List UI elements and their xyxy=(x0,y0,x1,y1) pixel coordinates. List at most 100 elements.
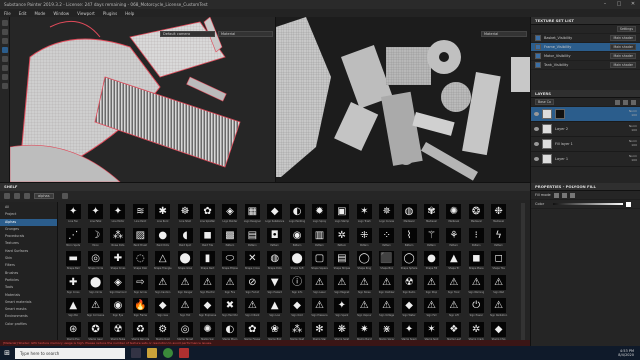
shelf-item[interactable]: ◻ Shape Tile xyxy=(487,251,509,275)
shelf-category-item[interactable]: Smart materials xyxy=(0,299,57,306)
texture-set-item[interactable]: Motor_Visibility Main shader xyxy=(531,52,640,61)
shelf-item[interactable]: ▲ Sign Low xyxy=(264,298,286,322)
shelf-item[interactable]: ◆ Sign Explosive xyxy=(196,298,218,322)
texture-set-item[interactable]: Frame_Visibility Main shader xyxy=(531,43,640,52)
color-slider[interactable] xyxy=(553,203,624,205)
bake-icon[interactable] xyxy=(2,83,8,89)
shelf-item[interactable]: ⚠ Sign Magnet xyxy=(331,274,353,299)
shelf-item[interactable]: ✹ Logo Spray xyxy=(308,204,330,228)
shelf-item[interactable]: ⚠ Sign Irritant xyxy=(241,298,263,322)
clone-icon[interactable] xyxy=(2,65,8,71)
texture-set-item[interactable]: Basket_Visibility Main shader xyxy=(531,34,640,43)
shelf-category-item[interactable]: Color profiles xyxy=(0,321,57,328)
shelf-item[interactable]: ✖ Sign Harmful xyxy=(219,298,241,322)
shelf-category-item[interactable]: Smart masks xyxy=(0,306,57,313)
shelf-item[interactable]: ⚠ Sign Stop xyxy=(420,274,442,299)
shelf-item[interactable]: ☽ Moon xyxy=(84,227,106,252)
color-picker-icon[interactable] xyxy=(2,74,8,80)
material-dropdown-2d[interactable]: Material xyxy=(481,31,527,37)
shelf-item[interactable]: ⚠ Sign Pressure xyxy=(308,298,330,322)
layer-row[interactable]: Norm 100 xyxy=(531,107,640,122)
shelf-item[interactable]: ⚠ Sign Laser xyxy=(308,274,330,299)
shelf-item[interactable]: ▤ Shape Stripes xyxy=(331,251,353,275)
shelf-item[interactable]: ▼ Sign Hazard xyxy=(264,274,286,299)
shelf-item[interactable]: ◯ Shape Sphere xyxy=(398,251,420,275)
shelf-category-item[interactable]: Materials xyxy=(0,292,57,299)
shelf-item[interactable]: ⚠ Sign Fall xyxy=(420,298,442,322)
shelf-item[interactable]: ✦ Line Fatal xyxy=(84,204,106,228)
shelf-item[interactable]: ✦ Line Fan xyxy=(62,204,84,228)
substance-painter-icon[interactable] xyxy=(179,348,189,358)
shader-dropdown[interactable]: Main shader xyxy=(610,53,636,59)
shelf-item[interactable]: ⚠ Sign Oxidizer xyxy=(375,274,397,299)
shelf-item[interactable]: ⚠ Sign Vapour xyxy=(353,298,375,322)
shelf-item[interactable]: ▥ Pattern xyxy=(308,227,330,252)
shelf-item[interactable]: ✱ Line Rock xyxy=(152,204,174,228)
shelf-item[interactable]: ⚠ Sign Hot xyxy=(174,298,196,322)
shelf-item[interactable]: ◆ Logo Substance xyxy=(264,204,286,228)
viewport-3d[interactable]: Default camera Material xyxy=(10,17,275,182)
shelf-item[interactable]: ⚠ Sign Electric xyxy=(196,274,218,299)
shelf-item[interactable]: ⚠ Sign Radiation xyxy=(487,298,509,322)
fill-object-icon[interactable] xyxy=(569,192,575,198)
shelf-item[interactable]: ◈ Sign Diamond xyxy=(107,274,129,299)
shelf-item[interactable]: ✚ Sign Cross xyxy=(62,274,84,299)
settings-button[interactable]: Settings xyxy=(616,26,636,32)
shelf-item[interactable]: ◌ Shape Disk xyxy=(129,251,151,275)
material-dropdown-3d[interactable]: Material xyxy=(218,31,273,37)
shelf-item[interactable]: ⁂ Noise Dots xyxy=(107,227,129,252)
task-view-icon[interactable] xyxy=(131,348,141,358)
shelf-category-item[interactable]: Filters xyxy=(0,262,57,269)
smudge-icon[interactable] xyxy=(2,56,8,62)
filter-tag[interactable]: alphas xyxy=(34,192,54,199)
shelf-item[interactable]: ⚠ Sign Fire xyxy=(219,274,241,299)
add-fill-layer-icon[interactable] xyxy=(623,99,628,105)
shelf-item[interactable]: ▨ Paint Brush xyxy=(129,227,151,252)
import-icon[interactable] xyxy=(14,192,20,199)
shelf-item[interactable]: ▤ Pattern xyxy=(241,227,263,252)
shelf-item[interactable]: ◼ Paint Tile xyxy=(196,227,218,252)
shelf-item[interactable]: ● Shape Fill xyxy=(420,251,442,275)
shader-dropdown[interactable]: Main shader xyxy=(610,44,636,50)
shelf-item[interactable]: ✺ Medieval xyxy=(443,204,465,228)
fill-quad-icon[interactable] xyxy=(561,192,567,198)
shader-dropdown[interactable]: Main shader xyxy=(610,35,636,41)
shelf-item[interactable]: ⚠ Sign Toxic xyxy=(443,274,465,299)
shelf-item[interactable]: ☸ Line Shell xyxy=(174,204,196,228)
shelf-item[interactable]: ⇨ Sign Arrow xyxy=(129,274,151,299)
layer-row[interactable]: Layer 2 Norm 100 xyxy=(531,122,640,137)
shelf-item[interactable]: ✵ Logo Curves xyxy=(375,204,397,228)
projection-icon[interactable] xyxy=(2,38,8,44)
menu-help[interactable]: Help xyxy=(125,11,134,16)
shelf-item[interactable]: ◈ Logo Painter xyxy=(219,204,241,228)
shelf-item[interactable]: ❂ Medieval xyxy=(465,204,487,228)
visibility-eye-icon[interactable] xyxy=(534,142,539,146)
shelf-category-item[interactable]: All xyxy=(0,204,57,211)
shelf-item[interactable]: ◉ Sign Eye xyxy=(107,298,129,322)
shelf-item[interactable]: ⋰ Micro Spots xyxy=(62,227,84,252)
shelf-item[interactable]: ⁘ Pattern xyxy=(375,227,397,252)
shelf-item[interactable]: ◍ Medieval xyxy=(398,204,420,228)
layer-row[interactable]: Fill layer 1 Norm 100 xyxy=(531,137,640,152)
shelf-item[interactable]: ▬ Shape Bell xyxy=(62,251,84,275)
shelf-item[interactable]: ⊘ Sign Forbid xyxy=(241,274,263,299)
shelf-item[interactable]: ◆ Sign Oxid xyxy=(286,298,308,322)
fill-triangle-icon[interactable] xyxy=(553,192,559,198)
shelf-category-item[interactable]: Particles xyxy=(0,277,57,284)
shelf-item[interactable]: ▦ Logo Designer xyxy=(241,204,263,228)
shelf-item[interactable]: ▩ Pattern xyxy=(219,227,241,252)
shelf-item[interactable]: ⚠ Sign Danger xyxy=(174,274,196,299)
shelf-item[interactable]: ▲ Sign Bio xyxy=(62,298,84,322)
shelf-item[interactable]: ◉ Pattern xyxy=(286,227,308,252)
shelf-item[interactable]: ◍ Shape Dots xyxy=(264,251,286,275)
shelf-category-item[interactable]: Alphas xyxy=(0,218,57,226)
layer-row[interactable]: Layer 1 Norm 100 xyxy=(531,152,640,167)
shelf-item[interactable]: ◯ Shape Ring xyxy=(353,251,375,275)
menu-window[interactable]: Window xyxy=(53,11,69,16)
visibility-eye-icon[interactable] xyxy=(534,127,539,131)
delete-layer-icon[interactable] xyxy=(631,99,636,105)
visibility-eye-icon[interactable] xyxy=(534,157,539,161)
taskbar-search[interactable]: Type here to search xyxy=(15,347,125,359)
shelf-item[interactable]: ✦ Sign Spark xyxy=(331,298,353,322)
maximize-icon[interactable]: □ xyxy=(612,0,626,9)
